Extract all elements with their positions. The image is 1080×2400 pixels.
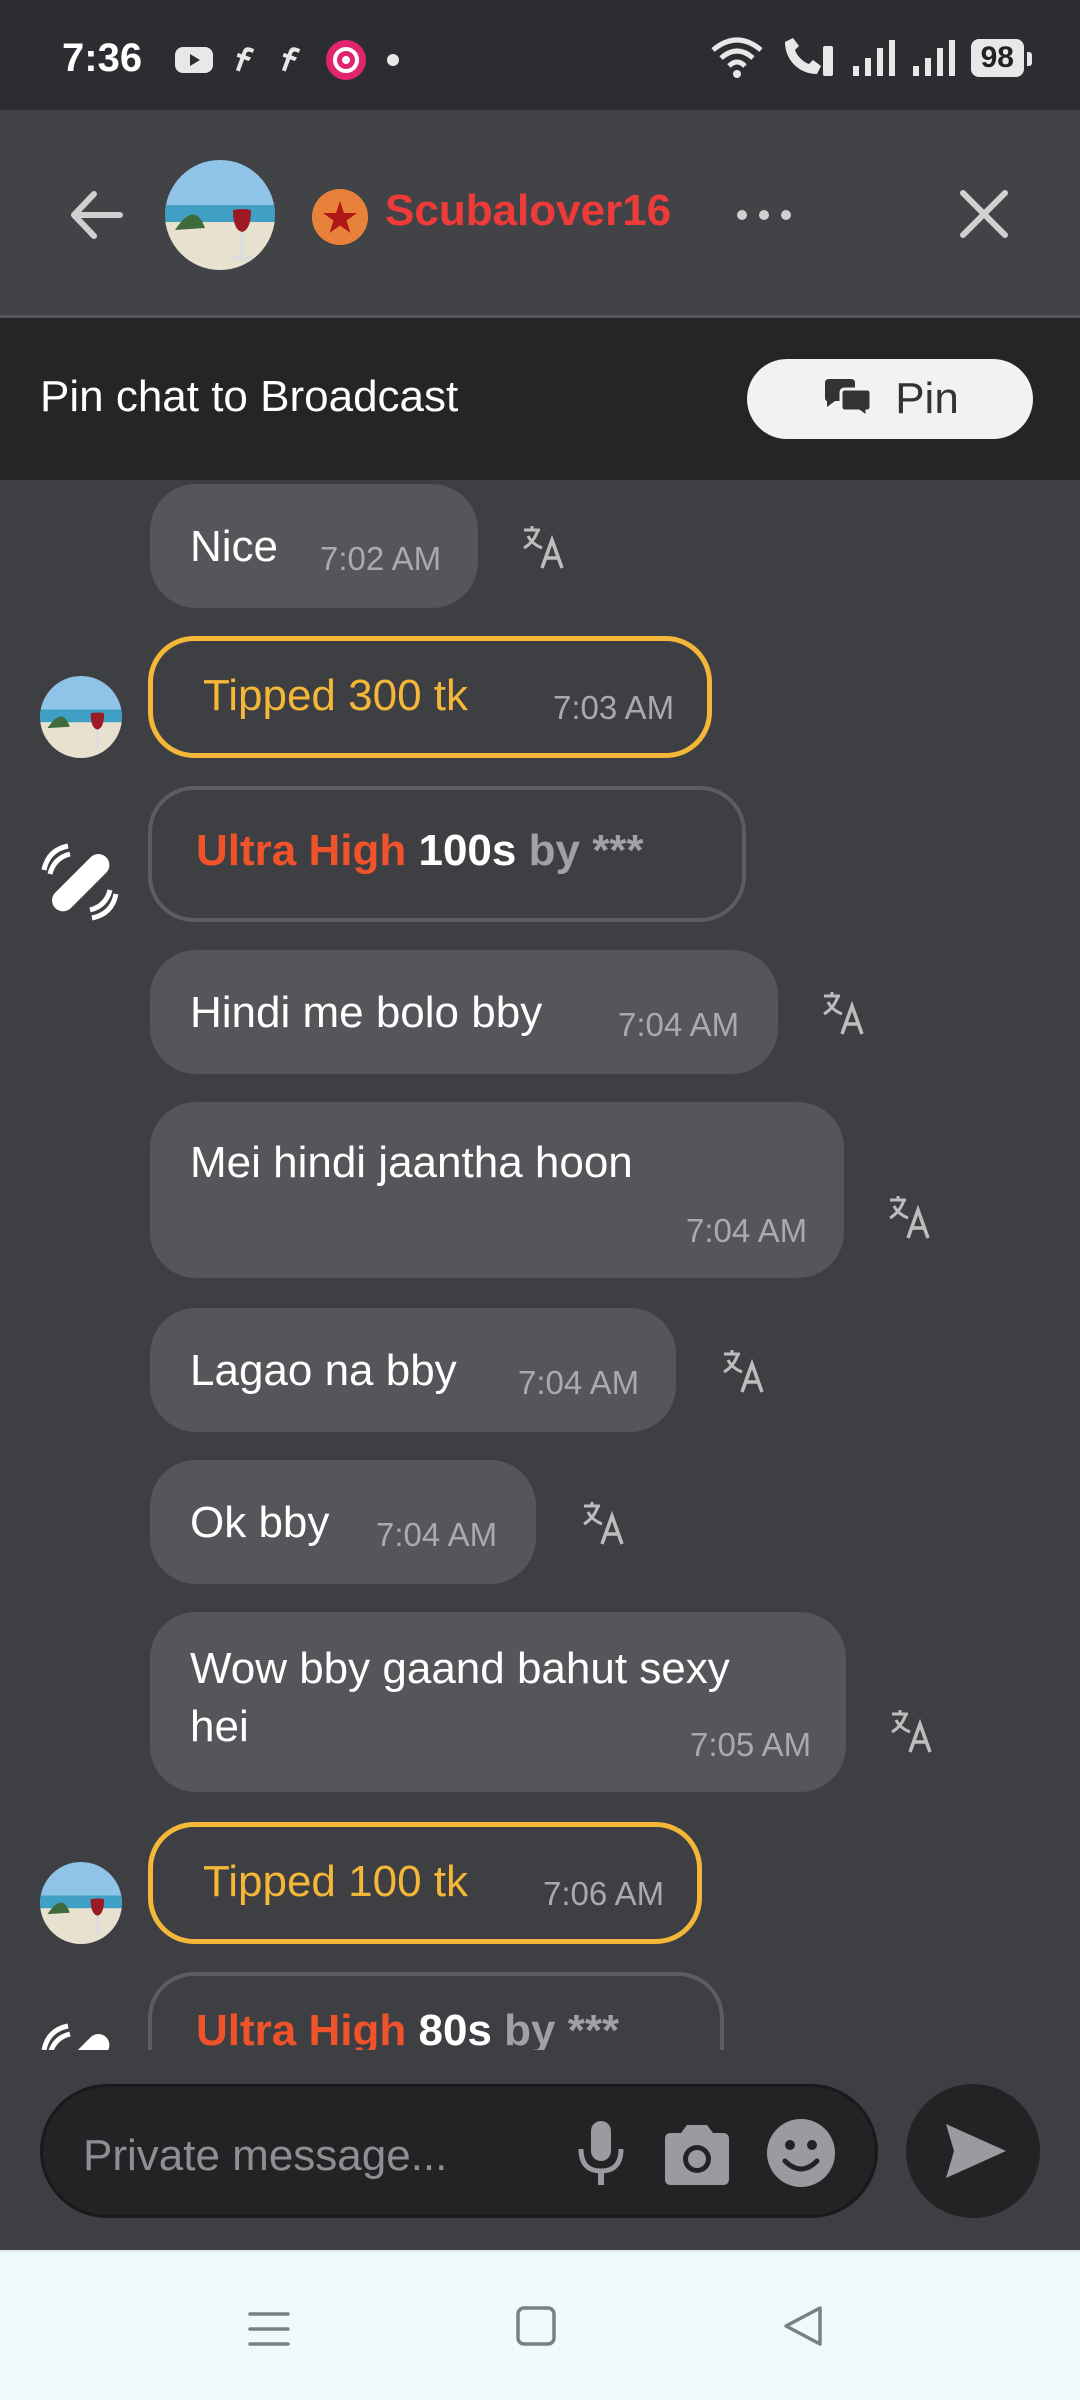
back-icon[interactable] xyxy=(780,2302,826,2350)
signal-icon xyxy=(852,40,895,76)
camera-app-icon xyxy=(326,40,366,80)
star-badge-icon xyxy=(312,189,368,245)
composer: Private message... xyxy=(0,2050,1080,2250)
translate-icon[interactable] xyxy=(720,1346,770,1396)
message-bubble[interactable]: Mei hindi jaantha hoon 7:04 AM xyxy=(150,1102,844,1278)
status-time: 7:36 xyxy=(62,36,143,80)
signal-icon xyxy=(912,40,955,76)
message-time: 7:06 AM xyxy=(543,1875,665,1912)
pin-bar: Pin chat to Broadcast Pin xyxy=(0,318,1080,480)
translate-icon[interactable] xyxy=(520,522,570,572)
system-nav-bar xyxy=(0,2250,1080,2400)
send-icon xyxy=(946,2124,1006,2178)
translate-icon[interactable] xyxy=(820,988,870,1038)
message-input[interactable]: Private message... xyxy=(40,2084,878,2218)
ultra-level: Ultra High xyxy=(196,826,407,875)
message-text: Nice xyxy=(190,522,279,571)
message-input-placeholder: Private message... xyxy=(83,2131,448,2180)
message-text: Ok bby xyxy=(190,1498,330,1547)
username[interactable]: Scubalover16 xyxy=(385,186,671,236)
mic-icon[interactable] xyxy=(571,2119,631,2189)
tip-text: Tipped 100 tk xyxy=(203,1857,468,1906)
tip-message[interactable]: Tipped 100 tk 7:06 AM xyxy=(148,1822,702,1944)
message-bubble[interactable]: Nice 7:02 AM xyxy=(150,484,478,608)
message-text: Mei hindi jaantha hoon xyxy=(190,1138,633,1187)
ultra-who: *** xyxy=(567,2006,620,2050)
message-time: 7:05 AM xyxy=(690,1726,812,1763)
message-bubble[interactable]: Lagao na bby 7:04 AM xyxy=(150,1308,676,1432)
translate-icon[interactable] xyxy=(886,1192,936,1242)
youtube-icon xyxy=(175,47,213,73)
send-button[interactable] xyxy=(906,2084,1040,2218)
facebook-icon xyxy=(235,47,255,72)
avatar[interactable] xyxy=(40,1862,122,1944)
ultra-who: *** xyxy=(592,826,644,875)
battery-indicator: 98 xyxy=(970,39,1033,77)
ultra-high-message[interactable]: Ultra High 80s by *** xyxy=(148,1972,724,2050)
message-text: Hindi me bolo bby xyxy=(190,988,543,1037)
pin-button-label: Pin xyxy=(895,374,959,423)
wifi-icon xyxy=(711,37,763,78)
message-bubble[interactable]: Ok bby 7:04 AM xyxy=(150,1460,536,1584)
status-bar: 7:36 98 xyxy=(0,0,1080,110)
vibration-icon xyxy=(41,2023,110,2050)
back-arrow-icon[interactable] xyxy=(62,180,132,250)
translate-icon[interactable] xyxy=(888,1706,938,1756)
ultra-high-message[interactable]: Ultra High 100s by *** xyxy=(148,786,746,922)
message-bubble[interactable]: Hindi me bolo bby 7:04 AM xyxy=(150,950,778,1074)
pin-button[interactable]: Pin xyxy=(747,359,1033,439)
chat-bubbles-icon xyxy=(825,379,873,420)
wifi-call-icon xyxy=(784,38,833,76)
message-time: 7:04 AM xyxy=(518,1364,640,1401)
message-time: 7:03 AM xyxy=(553,689,675,726)
message-text: Lagao na bby xyxy=(190,1346,457,1395)
ultra-by: by xyxy=(528,826,580,875)
ultra-by: by xyxy=(504,2006,556,2050)
message-text-line1: Wow bby gaand bahut sexy xyxy=(190,1644,730,1693)
menu-icon[interactable] xyxy=(244,2304,294,2354)
translate-icon[interactable] xyxy=(580,1498,630,1548)
tip-text: Tipped 300 tk xyxy=(203,671,468,720)
ultra-duration: 100s xyxy=(418,826,517,875)
facebook-icon xyxy=(281,47,301,72)
pin-bar-text: Pin chat to Broadcast xyxy=(40,372,459,421)
ultra-level: Ultra High xyxy=(196,2006,407,2050)
dot-icon xyxy=(387,54,399,66)
message-list[interactable]: Nice 7:02 AM Tipped 300 tk 7:03 AM Ultra… xyxy=(0,480,1080,2050)
close-icon[interactable] xyxy=(955,185,1013,243)
message-bubble[interactable]: Wow bby gaand bahut sexy hei 7:05 AM xyxy=(150,1612,846,1792)
ultra-line: Ultra High 100s by *** xyxy=(196,826,644,876)
message-text-line2: hei xyxy=(190,1702,249,1751)
emoji-icon[interactable] xyxy=(765,2117,837,2189)
more-icon[interactable] xyxy=(732,200,796,230)
ultra-line: Ultra High 80s by *** xyxy=(196,2006,619,2050)
system-icons: 98 xyxy=(709,36,1033,80)
message-time: 7:02 AM xyxy=(320,540,442,577)
camera-icon[interactable] xyxy=(661,2121,733,2187)
notification-icons xyxy=(174,38,400,82)
message-time: 7:04 AM xyxy=(686,1212,808,1249)
message-time: 7:04 AM xyxy=(376,1516,498,1553)
home-icon[interactable] xyxy=(514,2302,558,2350)
chat-header: Scubalover16 xyxy=(0,110,1080,318)
vibration-icon xyxy=(41,843,119,921)
avatar[interactable] xyxy=(165,160,275,270)
avatar[interactable] xyxy=(40,676,122,758)
ultra-duration: 80s xyxy=(418,2006,492,2050)
tip-message[interactable]: Tipped 300 tk 7:03 AM xyxy=(148,636,712,758)
message-time: 7:04 AM xyxy=(618,1006,740,1043)
